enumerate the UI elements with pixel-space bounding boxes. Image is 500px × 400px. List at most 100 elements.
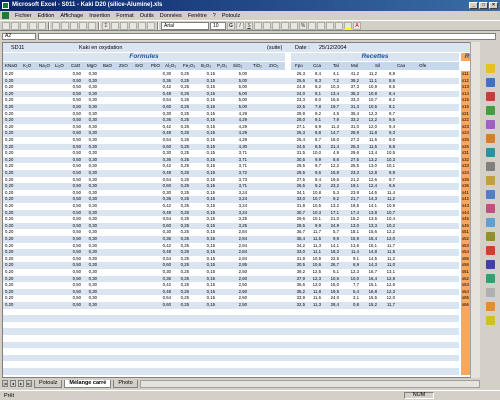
workbook-icon[interactable]	[2, 12, 9, 19]
table-row[interactable]: 0,20 0,50 0,30 0,60 0,25 0,15 3,25 28,5 9,9 24,9 1…	[3, 222, 459, 230]
align-left-icon[interactable]	[254, 21, 262, 30]
table-cell[interactable]: 2,84	[229, 229, 247, 236]
table-row[interactable]: 0,20 0,50 0,30 0,54 0,25 0,15 4,29 25,4 8,7 18,0 2…	[3, 137, 459, 144]
table-cell[interactable]: 0,25	[173, 170, 189, 177]
table-cell[interactable]: 8,7	[307, 137, 321, 144]
table-cell[interactable]: 10,9	[361, 84, 377, 91]
table-row[interactable]: 0,20 0,50 0,30 0,60 0,25 0,15 5,00 22,5 7,8 19,7 3…	[3, 104, 459, 111]
list-icon[interactable]	[486, 288, 495, 297]
table-cell[interactable]: 0,50	[67, 78, 81, 85]
table-cell[interactable]: 0,54	[153, 256, 171, 263]
book-icon[interactable]	[486, 260, 495, 269]
table-cell[interactable]: 28,5	[291, 223, 305, 230]
table-cell[interactable]: 0,30	[83, 157, 97, 164]
table-cell[interactable]: 0,20	[5, 177, 21, 184]
table-cell[interactable]: 0,25	[173, 190, 189, 197]
table-cell[interactable]: 9,1	[343, 256, 359, 263]
table-cell[interactable]: 0,50	[67, 190, 81, 197]
table-cell[interactable]: 9,2	[325, 196, 339, 203]
table-cell[interactable]: 0,50	[67, 111, 81, 118]
table-cell[interactable]: 5,00	[229, 91, 247, 98]
table-cell[interactable]: 3,24	[229, 190, 247, 197]
table-cell[interactable]: 0,15	[199, 243, 215, 250]
table-cell[interactable]: 2,50	[229, 289, 247, 296]
table-cell[interactable]: 14,5	[361, 256, 377, 263]
table-cell[interactable]: 0,50	[67, 223, 81, 230]
table-cell[interactable]: 0,30	[83, 302, 97, 309]
table-cell[interactable]: 0,50	[67, 262, 81, 269]
table-cell[interactable]: 10,6	[361, 104, 377, 111]
table-row[interactable]: 0,20 0,50 0,30 0,60 0,25 0,15 2,50 32,5 11,3 28,4…	[3, 302, 459, 309]
table-row[interactable]: 0,20 0,50 0,30 0,42 0,25 0,15 4,29 27,1 8,9 11,3 3…	[3, 124, 459, 131]
chart-bar-icon[interactable]	[486, 190, 495, 199]
table-cell[interactable]: 0,25	[173, 295, 189, 302]
table-cell[interactable]: 3,24	[229, 196, 247, 203]
table-cell[interactable]: 16,7	[361, 269, 377, 276]
table-cell[interactable]: 0,30	[83, 243, 97, 250]
table-cell[interactable]: 0,54	[153, 295, 171, 302]
table-cell[interactable]: 0,30	[83, 137, 97, 144]
table-cell[interactable]: 0,60	[153, 302, 171, 309]
tab-photo[interactable]: Photo	[113, 379, 138, 388]
table-cell[interactable]: 36,6	[291, 282, 305, 289]
table-cell[interactable]: 21,2	[343, 177, 359, 184]
table-cell[interactable]: 21,7	[343, 196, 359, 203]
table-cell[interactable]: 4,29	[229, 111, 247, 118]
table-cell[interactable]: 0,30	[83, 256, 97, 263]
table-cell[interactable]: 3,72	[229, 170, 247, 177]
table-cell[interactable]: 12,8	[379, 276, 395, 283]
table-cell[interactable]: 8,6	[325, 157, 339, 164]
table-cell[interactable]: 25,5	[343, 163, 359, 170]
table-cell[interactable]: 24,0	[291, 91, 305, 98]
table-cell[interactable]: 0,50	[67, 236, 81, 243]
table-cell[interactable]: 36,7	[291, 229, 305, 236]
table-cell[interactable]: 25,6	[291, 78, 305, 85]
table-cell[interactable]: 28,5	[291, 170, 305, 177]
table-cell[interactable]: 0,25	[173, 150, 189, 157]
align-center-icon[interactable]	[263, 21, 271, 30]
table-cell[interactable]: 25,3	[343, 144, 359, 151]
table-cell[interactable]: 0,15	[199, 183, 215, 190]
table-cell[interactable]: 0,15	[199, 97, 215, 104]
table-row[interactable]: 0,20 0,50 0,30 0,48 0,25 0,15 2,50 35,2 11,8 19,5…	[3, 288, 459, 296]
table-cell[interactable]: 9,6	[307, 170, 321, 177]
heart-icon[interactable]	[486, 204, 495, 213]
table-cell[interactable]: 0,50	[67, 210, 81, 217]
table-cell[interactable]: 11,3	[307, 302, 321, 309]
table-cell[interactable]: 0,30	[83, 124, 97, 131]
tree-icon[interactable]	[486, 106, 495, 115]
table-cell[interactable]: 14,3	[361, 196, 377, 203]
table-cell[interactable]: 0,42	[153, 282, 171, 289]
table-cell[interactable]: 7,7	[343, 282, 359, 289]
save-icon[interactable]	[20, 21, 28, 30]
table-cell[interactable]: 37,9	[291, 276, 305, 283]
table-cell[interactable]: 0,25	[173, 97, 189, 104]
table-cell[interactable]: 0,36	[153, 78, 171, 85]
table-cell[interactable]: 13,4	[361, 150, 377, 157]
menu-format[interactable]: Format	[113, 13, 136, 19]
table-cell[interactable]: 10,3	[307, 210, 321, 217]
table-cell[interactable]: 34,2	[291, 243, 305, 250]
table-cell[interactable]: 0,25	[173, 183, 189, 190]
table-cell[interactable]: 0,50	[67, 203, 81, 210]
table-cell[interactable]: 0,20	[5, 269, 21, 276]
table-cell[interactable]: 0,30	[83, 282, 97, 289]
table-cell[interactable]: 0,20	[5, 163, 21, 170]
table-cell[interactable]: 0,36	[153, 117, 171, 124]
table-cell[interactable]: 0,54	[153, 137, 171, 144]
table-cell[interactable]: 0,50	[67, 97, 81, 104]
menu-help[interactable]: ?	[210, 13, 219, 19]
table-cell[interactable]: 32,5	[291, 302, 305, 309]
table-cell[interactable]: 2,50	[229, 302, 247, 309]
table-cell[interactable]: 0,25	[173, 104, 189, 111]
bold-icon[interactable]: G	[227, 21, 235, 30]
table-cell[interactable]: 2,84	[229, 256, 247, 263]
table-cell[interactable]: 0,15	[199, 302, 215, 309]
table-cell[interactable]: 0,50	[67, 130, 81, 137]
table-cell[interactable]: 0,30	[153, 71, 171, 78]
table-cell[interactable]: 35,4	[291, 236, 305, 243]
table-cell[interactable]: 0,30	[83, 183, 97, 190]
table-cell[interactable]: 0,60	[153, 104, 171, 111]
close-button[interactable]: ×	[489, 2, 498, 9]
thousands-icon[interactable]	[308, 21, 316, 30]
